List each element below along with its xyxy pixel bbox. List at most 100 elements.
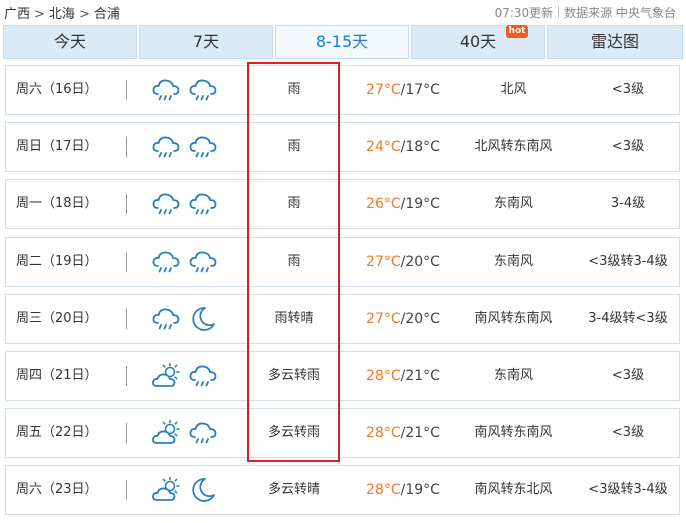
tab-label: 今天 xyxy=(53,32,86,51)
wind-direction: 南风转东北风 xyxy=(474,482,553,498)
tab-7days[interactable]: 7天 xyxy=(139,25,273,59)
hot-badge: hot xyxy=(506,25,528,38)
day-label: 周日（17日） xyxy=(16,139,98,155)
tab-label: 7天 xyxy=(192,32,220,51)
data-source: 数据来源 中央气象台 xyxy=(564,6,676,20)
wind-level: 3-4级转<3级 xyxy=(588,310,668,326)
breadcrumb-province[interactable]: 广西 xyxy=(4,3,30,22)
tab-label: 40天 xyxy=(459,32,497,51)
temperature: 28°C/21°C xyxy=(362,352,444,400)
sun-cloud-icon xyxy=(151,475,181,505)
row-divider xyxy=(126,194,127,215)
breadcrumb-city[interactable]: 北海 xyxy=(49,3,75,22)
rain-cloud-icon xyxy=(188,418,218,448)
wind-level: <3级 xyxy=(611,368,645,383)
day-label: 周六（23日） xyxy=(16,482,98,498)
wind-level: <3级转3-4级 xyxy=(588,253,668,269)
row-divider xyxy=(126,308,127,329)
temp-high: 27°C xyxy=(366,82,401,98)
temp-low: 21°C xyxy=(405,368,440,384)
temp-low: 20°C xyxy=(405,310,440,327)
temp-high: 24°C xyxy=(366,139,401,156)
forecast-row: 周六（23日） 多云转晴 28°C/19°C 南风转东北风 <3级转3-4级 xyxy=(5,465,680,516)
day-label: 周一（18日） xyxy=(16,196,98,212)
row-divider xyxy=(126,137,127,158)
tab-radar[interactable]: 雷达图 xyxy=(547,25,683,59)
rain-cloud-icon xyxy=(188,247,218,277)
temp-low: 19°C xyxy=(405,196,440,213)
row-divider xyxy=(126,480,127,501)
forecast-row: 周一（18日）雨 26°C/19°C 东南风 3-4级 xyxy=(5,179,680,230)
meta-divider xyxy=(558,6,560,18)
temp-low: 17°C xyxy=(405,82,440,98)
moon-icon xyxy=(188,304,218,334)
rain-cloud-icon xyxy=(188,189,218,219)
temp-low: 20°C xyxy=(405,253,440,270)
forecast-row: 周五（22日） 多云转雨 28°C/21°C 南风转东南风 <3级 xyxy=(5,408,680,459)
rain-cloud-icon xyxy=(151,75,181,105)
temperature: 24°C/18°C xyxy=(362,123,444,171)
sun-cloud-icon xyxy=(151,361,181,391)
temperature: 28°C/21°C xyxy=(362,409,444,457)
temperature: 28°C/19°C xyxy=(362,466,444,514)
top-bar: 广西 > 北海 > 合浦 07:30更新 数据来源 中央气象台 xyxy=(0,0,686,24)
wind-direction: 南风转东南风 xyxy=(474,310,553,326)
update-meta: 07:30更新 数据来源 中央气象台 xyxy=(495,4,676,21)
forecast-row: 周三（20日） 雨转晴 27°C/20°C 南风转东南风 3-4级转<3级 xyxy=(5,293,680,344)
rain-cloud-icon xyxy=(188,132,218,162)
temp-low: 18°C xyxy=(405,139,440,156)
tab-40days[interactable]: 40天 hot xyxy=(411,25,545,59)
temperature: 27°C/20°C xyxy=(362,238,444,286)
rain-cloud-icon xyxy=(151,247,181,277)
temp-high: 27°C xyxy=(366,253,401,270)
breadcrumb-county: 合浦 xyxy=(93,7,120,22)
rain-cloud-icon xyxy=(188,361,218,391)
day-label: 周六（16日） xyxy=(16,82,98,97)
wind-level: 3-4级 xyxy=(610,196,646,212)
tab-label: 8-15天 xyxy=(315,32,369,51)
wind-direction: 东南风 xyxy=(493,196,533,212)
day-label: 周五（22日） xyxy=(16,425,98,441)
wind-level: <3级 xyxy=(611,425,645,441)
update-time: 07:30更新 xyxy=(494,6,554,20)
row-divider xyxy=(126,251,127,272)
weather-desc: 多云转晴 xyxy=(267,482,320,498)
tab-8-15days[interactable]: 8-15天 xyxy=(275,25,409,59)
wind-direction: 北风 xyxy=(500,82,527,97)
temp-low: 19°C xyxy=(405,482,440,499)
row-divider xyxy=(126,423,127,444)
forecast-row: 周日（17日）雨 24°C/18°C 北风转东南风 <3级 xyxy=(5,122,680,173)
temperature: 27°C/17°C xyxy=(362,66,444,114)
rain-cloud-icon xyxy=(151,304,181,334)
temp-high: 28°C xyxy=(366,368,401,384)
wind-level: <3级 xyxy=(611,139,645,155)
day-label: 周二（19日） xyxy=(16,253,98,269)
temperature: 27°C/20°C xyxy=(362,295,444,343)
wind-direction: 东南风 xyxy=(493,253,533,269)
row-divider xyxy=(126,366,127,386)
tab-label: 雷达图 xyxy=(590,32,639,51)
highlight-box xyxy=(247,62,340,462)
wind-level: <3级转3-4级 xyxy=(588,482,668,498)
breadcrumb: 广西 > 北海 > 合浦 xyxy=(4,3,120,22)
temp-high: 27°C xyxy=(366,310,401,327)
row-divider xyxy=(126,80,127,100)
rain-cloud-icon xyxy=(151,189,181,219)
temp-high: 26°C xyxy=(366,196,401,213)
forecast-tabs: 今天 7天 8-15天 40天 hot 雷达图 xyxy=(3,25,683,59)
breadcrumb-separator: > xyxy=(78,7,90,22)
sun-cloud-icon xyxy=(151,418,181,448)
forecast-row: 周四（21日） 多云转雨 28°C/21°C 东南风 <3级 xyxy=(5,351,680,401)
temp-low: 21°C xyxy=(405,425,440,442)
forecast-row: 周二（19日）雨 27°C/20°C 东南风 <3级转3-4级 xyxy=(5,236,680,287)
wind-direction: 北风转东南风 xyxy=(474,139,553,155)
wind-direction: 南风转东南风 xyxy=(474,425,553,441)
temp-high: 28°C xyxy=(366,482,401,499)
wind-direction: 东南风 xyxy=(493,368,533,383)
breadcrumb-separator: > xyxy=(34,7,45,22)
day-label: 周三（20日） xyxy=(16,310,98,326)
wind-level: <3级 xyxy=(611,82,645,97)
tab-today[interactable]: 今天 xyxy=(3,25,137,59)
rain-cloud-icon xyxy=(151,132,181,162)
rain-cloud-icon xyxy=(188,75,218,105)
